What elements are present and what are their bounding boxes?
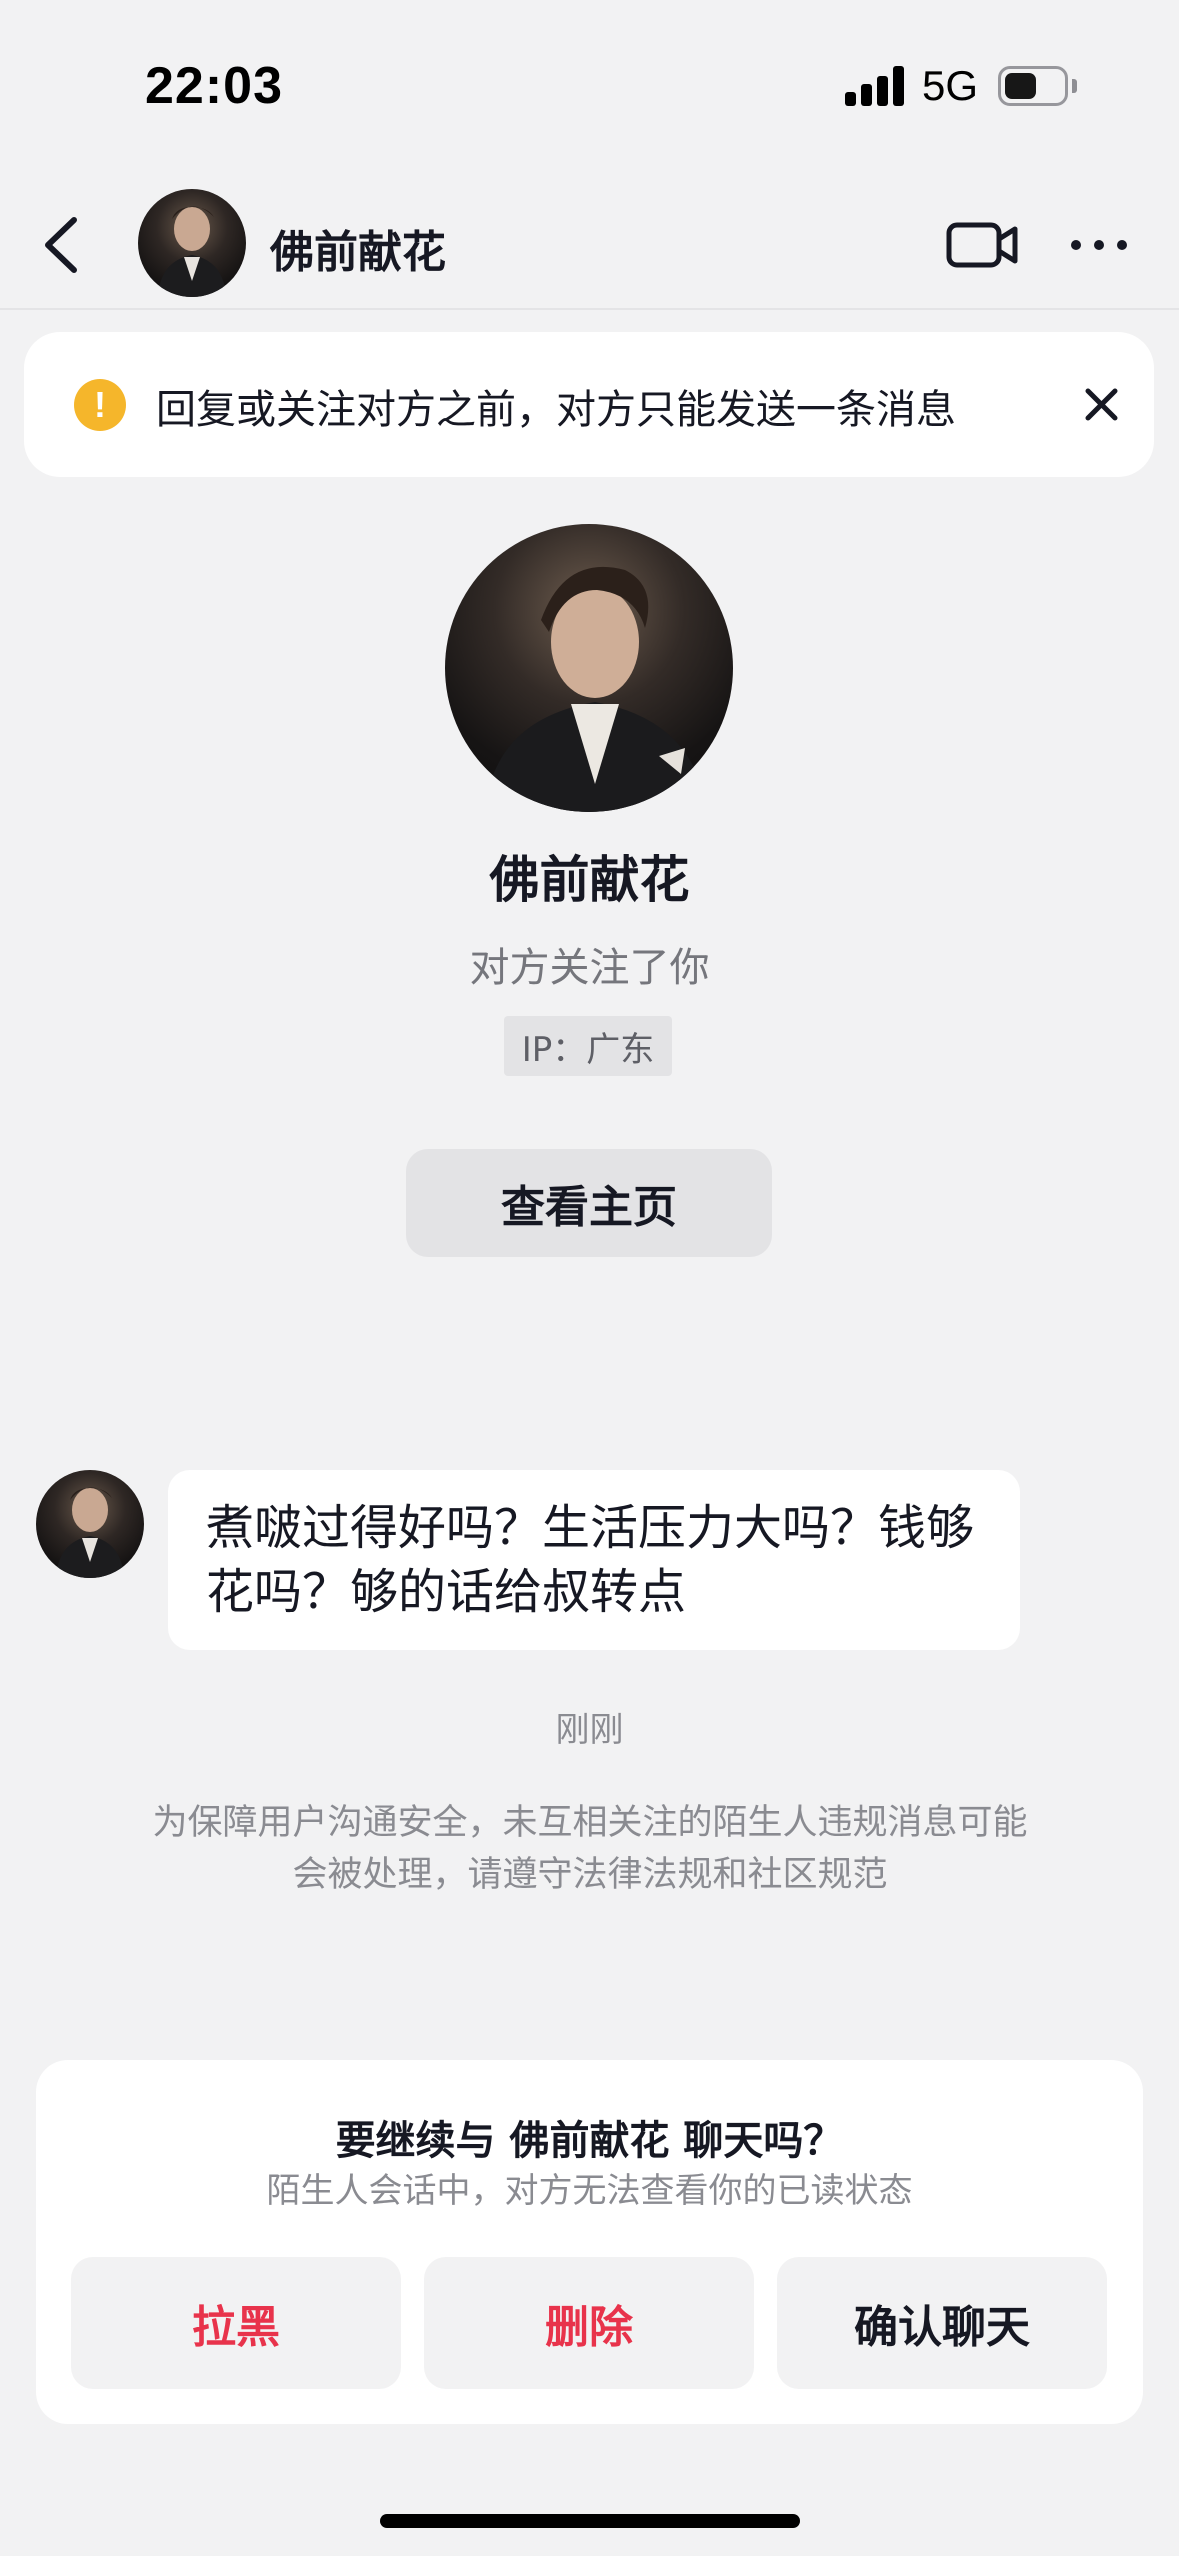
- video-call-button[interactable]: [945, 215, 1020, 275]
- warning-icon: !: [74, 379, 126, 431]
- profile-avatar[interactable]: [445, 524, 733, 812]
- home-indicator[interactable]: [380, 2514, 800, 2528]
- ip-location-tag: IP：广东: [504, 1016, 672, 1076]
- confirm-chat-button[interactable]: 确认聊天: [777, 2257, 1107, 2389]
- stranger-chat-sheet: 要继续与 佛前献花 聊天吗？ 陌生人会话中，对方无法查看你的已读状态 拉黑 删除…: [36, 2060, 1143, 2424]
- more-dots-icon: [1071, 240, 1127, 250]
- battery-cap: [1072, 79, 1077, 93]
- person-portrait-icon: [485, 566, 707, 812]
- sheet-subtitle: 陌生人会话中，对方无法查看你的已读状态: [266, 2171, 913, 2211]
- chevron-left-icon: [45, 217, 77, 273]
- back-button[interactable]: [30, 210, 100, 280]
- header-title: 佛前献花: [270, 227, 446, 278]
- delete-button[interactable]: 删除: [424, 2257, 754, 2389]
- message-avatar[interactable]: [36, 1470, 144, 1578]
- more-options-button[interactable]: [1068, 215, 1130, 275]
- status-time: 22:03: [145, 57, 283, 115]
- relation-status: 对方关注了你: [469, 945, 710, 991]
- header-avatar[interactable]: [138, 189, 246, 297]
- person-silhouette-icon: [158, 206, 226, 297]
- sheet-title: 要继续与 佛前献花 聊天吗？: [335, 2118, 844, 2164]
- person-silhouette-icon: [56, 1487, 124, 1578]
- notice-text: 回复或关注对方之前，对方只能发送一条消息: [156, 387, 956, 433]
- battery-icon: [998, 66, 1068, 106]
- profile-name: 佛前献花: [489, 851, 690, 909]
- message-bubble[interactable]: 煮啵过得好吗？生活压力大吗？钱够花吗？够的话给叔转点: [168, 1470, 1020, 1650]
- notice-close-button[interactable]: [1074, 377, 1129, 432]
- notice-banner: ! 回复或关注对方之前，对方只能发送一条消息: [24, 332, 1154, 477]
- network-label: 5G: [922, 62, 979, 109]
- video-camera-icon: [946, 222, 1018, 268]
- message-timestamp: 刚刚: [555, 1710, 624, 1750]
- view-profile-button[interactable]: 查看主页: [406, 1149, 772, 1257]
- close-icon: [1085, 388, 1118, 421]
- safety-notice: 为保障用户沟通安全，未互相关注的陌生人违规消息可能会被处理，请遵守法律法规和社区…: [152, 1803, 1028, 1895]
- signal-icon: [845, 66, 905, 106]
- status-bar: 22:03 5G: [0, 0, 1179, 180]
- chat-header: 佛前献花: [0, 180, 1179, 310]
- block-button[interactable]: 拉黑: [71, 2257, 401, 2389]
